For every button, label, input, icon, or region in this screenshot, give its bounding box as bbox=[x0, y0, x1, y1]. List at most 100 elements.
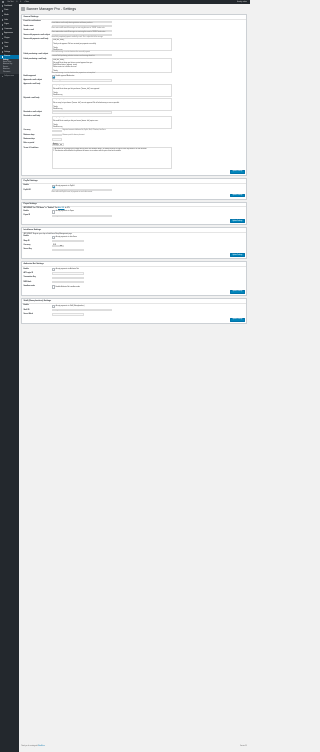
rejected-body-row: Rejected e-mail body Dear {first_name}, … bbox=[24, 97, 245, 111]
currency-label: Currency bbox=[23, 130, 31, 132]
updates-count[interactable]: 0 bbox=[16, 2, 17, 3]
paypal-update-button[interactable]: Update Settings bbox=[230, 193, 245, 198]
failed-body-row: Failed purchasing e-mail body Dear {firs… bbox=[24, 58, 245, 75]
link-icon bbox=[1, 19, 4, 21]
collapse-menu-label: Collapse menu bbox=[4, 75, 15, 77]
interkassa-shop-input[interactable]: 4ef0e30a1b3a4b4a4d0c1234 bbox=[51, 240, 84, 243]
paypal-id-label: PayPal ID bbox=[23, 189, 31, 191]
payza-enable-checkbox[interactable]: Accept payments via Payza bbox=[51, 210, 245, 214]
reminder-subject-input[interactable]: Reminder bbox=[51, 111, 112, 114]
terms-textarea[interactable]: 1. All banners on the website must compl… bbox=[51, 147, 172, 170]
wordpress-version: Version 3.5 bbox=[240, 746, 247, 747]
paypal-enable-label: Enable bbox=[23, 185, 29, 187]
interkassa-enable-text: Accept payments via InterKassa bbox=[55, 236, 78, 238]
new-content-link[interactable]: + New bbox=[24, 2, 29, 3]
chevron-down-icon bbox=[60, 144, 62, 146]
sidebar-item-label: Users bbox=[4, 42, 9, 44]
interkassa-secret-input[interactable]: xxxxxxxxxxxxxxxx bbox=[51, 248, 84, 252]
checkbox-checked-icon bbox=[51, 75, 55, 79]
enable-approval-row: Enable approval Enable approval/Moderati… bbox=[24, 75, 245, 79]
wrench-icon bbox=[1, 46, 4, 49]
payza-id-label: Payza ID bbox=[23, 215, 31, 217]
approval-body-textarea[interactable]: Dear {first_name}, We would like to info… bbox=[51, 83, 172, 97]
reminder-body-textarea[interactable]: Dear {first_name}, We would like to remi… bbox=[51, 115, 172, 129]
failed-subject-label: Failed purchasing e-mail subject bbox=[23, 54, 49, 56]
plugin-icon bbox=[1, 37, 4, 40]
approval-body-label: Approved e-mail body bbox=[23, 84, 41, 86]
successful-body-label: Successful payment e-mail body bbox=[23, 39, 49, 41]
payza-enable-row: Enable Accept payments via Payza bbox=[24, 210, 245, 214]
checkbox-empty-icon bbox=[51, 304, 55, 309]
rejected-body-label: Rejected e-mail body bbox=[23, 98, 40, 100]
general-update-button[interactable]: Update Settings bbox=[230, 170, 245, 174]
reminder-body-label: Reminder e-mail body bbox=[23, 116, 41, 118]
skrill-secret-input[interactable]: Secret bbox=[51, 313, 84, 316]
failed-subject-row: Failed purchasing e-mail subject Payment… bbox=[24, 53, 245, 57]
skrill-enable-checkbox[interactable]: Accept payments via Skrill (Moneybookers… bbox=[51, 304, 245, 309]
terms-label: Terms & Conditions bbox=[23, 147, 39, 149]
interkassa-currency-value: RUB bbox=[53, 245, 57, 247]
interkassa-settings-box: InterKassa Settings IMPORTANT! Register … bbox=[21, 227, 247, 260]
authorize-enable-checkbox[interactable]: Accept payments via Authorize.Net bbox=[51, 267, 245, 272]
payza-id-input[interactable]: sales@website.com bbox=[51, 214, 112, 217]
enable-approval-checkbox[interactable]: Enable approval/Moderation bbox=[51, 75, 245, 79]
paypal-enable-checkbox[interactable]: Accept payments via PayPal bbox=[51, 184, 245, 189]
banner-icon bbox=[1, 55, 4, 58]
interkassa-update-button[interactable]: Update Settings bbox=[230, 253, 245, 258]
paypal-enable-row: Enable Accept payments via PayPal bbox=[23, 184, 245, 189]
authorize-enable-text: Accept payments via Authorize.Net bbox=[55, 269, 79, 271]
admin-footer: Thank you for creating with WordPress bbox=[21, 746, 45, 747]
checkbox-empty-icon bbox=[51, 267, 55, 272]
sidebar-item-label: Media bbox=[4, 14, 9, 16]
authorize-md5-input[interactable]: hash bbox=[51, 281, 84, 284]
role-select-value: Banner Manager bbox=[53, 143, 59, 146]
terms-row: Terms & Conditions 1. All banners on the… bbox=[24, 147, 245, 170]
role-label: Role on portal bbox=[23, 143, 35, 145]
authorize-key-input[interactable]: xxxxxxxxxxxxxxxx bbox=[51, 276, 84, 280]
successful-body-textarea[interactable]: Dear {first_name}, Thank you for payment… bbox=[51, 38, 172, 52]
email-notify-label: E-mail for notifications bbox=[23, 21, 41, 23]
skrill-id-input[interactable]: sales@website.com bbox=[51, 308, 112, 312]
banners-submenu: Settings Banner Sales Advertiser Reg. Ba… bbox=[0, 59, 19, 75]
pin-icon bbox=[1, 9, 4, 12]
interkassa-enable-checkbox[interactable]: Accept payments via InterKassa bbox=[51, 235, 245, 240]
successful-body-row: Successful payment e-mail body Dear {fir… bbox=[24, 38, 245, 53]
interkassa-currency-select[interactable]: RUB bbox=[51, 244, 64, 248]
enable-approval-label: Enable approval bbox=[23, 75, 36, 77]
page-header: Banner Manager Pro - Settings bbox=[21, 6, 247, 12]
checkbox-empty-icon bbox=[51, 210, 55, 214]
authorize-sandbox-checkbox[interactable]: Enable Authorize.Net sandbox mode bbox=[51, 285, 245, 289]
paypal-enable-text: Accept payments via PayPal bbox=[55, 185, 75, 187]
howdy-user-link[interactable]: Howdy, admin bbox=[237, 2, 250, 3]
checkbox-checked-icon bbox=[51, 184, 55, 189]
paypal-settings-box: PayPal Settings Enable Accept payments v… bbox=[21, 178, 247, 200]
admin-bar: Our Test 0 0 + New Howdy, admin bbox=[0, 0, 250, 4]
rejected-body-textarea[interactable]: Dear {first_name}, We are sorry, but you… bbox=[51, 97, 172, 111]
failed-body-textarea[interactable]: Dear {first_name}, We would like to info… bbox=[51, 58, 172, 73]
collapse-menu-button[interactable]: Collapse menu bbox=[0, 74, 19, 78]
approval-subject-input[interactable]: Banner approved bbox=[51, 79, 112, 82]
role-select[interactable]: Banner Manager bbox=[51, 143, 64, 146]
authorize-update-button[interactable]: Update Settings bbox=[230, 290, 245, 294]
wordpress-logo-icon[interactable] bbox=[2, 0, 5, 4]
payza-notice-text: IMPORTANT! Set "IPN Status" to "Enabled"… bbox=[23, 208, 58, 210]
wordpress-footer-link[interactable]: WordPress bbox=[38, 746, 45, 747]
min-days-input[interactable]: 30 bbox=[51, 133, 62, 137]
skrill-enable-label: Enable bbox=[23, 305, 29, 307]
authorize-enable-row: Enable Accept payments via Authorize.Net bbox=[24, 267, 245, 272]
authorize-sandbox-label: Sandbox mode bbox=[23, 286, 35, 288]
payza-enable-label: Enable bbox=[23, 210, 29, 212]
max-days-input[interactable]: 365 bbox=[51, 138, 62, 141]
payza-settings-box: Payza Settings IMPORTANT! Set "IPN Statu… bbox=[21, 201, 247, 226]
site-name-link[interactable]: Our Test bbox=[7, 2, 13, 3]
skrill-update-button[interactable]: Update Settings bbox=[230, 317, 245, 322]
authorize-key-label: Transaction Key bbox=[23, 277, 36, 279]
payza-update-button[interactable]: Update Settings bbox=[230, 219, 245, 223]
comment-icon bbox=[1, 28, 4, 31]
sidebar-item-label: Settings bbox=[4, 51, 11, 53]
comments-count[interactable]: 0 bbox=[20, 2, 21, 3]
authorize-login-input[interactable]: xxxxxxxxxx bbox=[51, 272, 84, 275]
currency-input[interactable]: USD bbox=[51, 129, 62, 132]
paypal-id-row: PayPal ID sales@website.com Please enter … bbox=[23, 188, 245, 193]
skrill-settings-box: Skrill (Moneybookers) Settings Enable Ac… bbox=[21, 297, 247, 324]
